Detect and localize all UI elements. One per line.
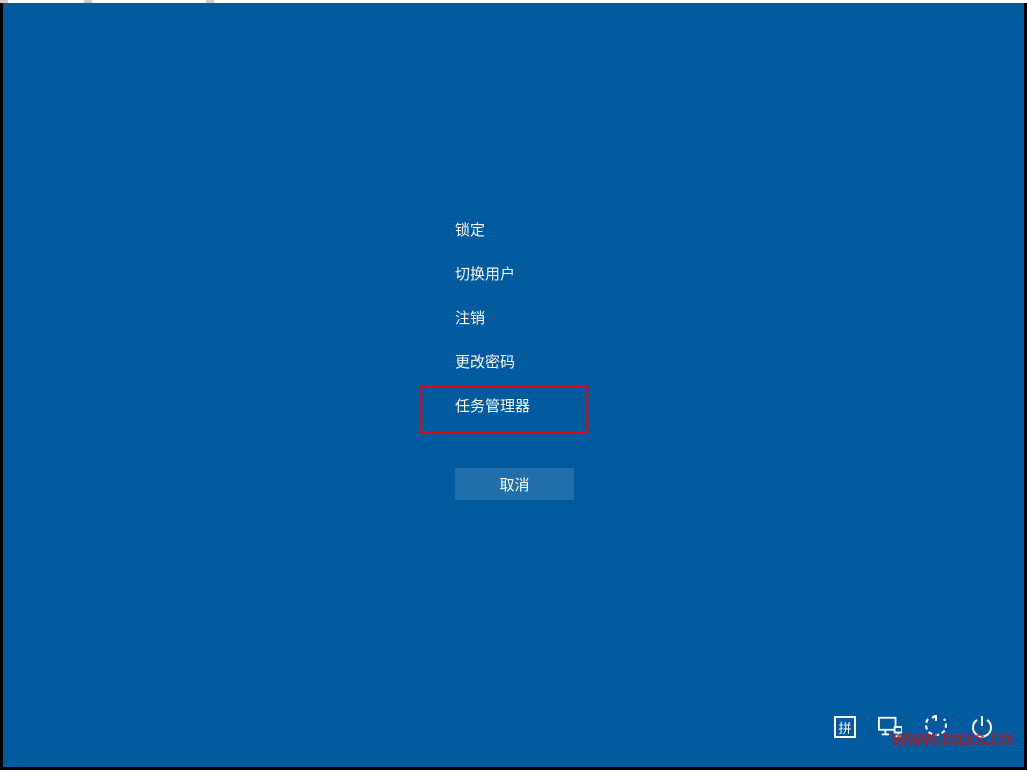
option-task-manager[interactable]: 任务管理器 bbox=[453, 397, 532, 441]
ime-indicator-icon[interactable]: 拼 bbox=[834, 716, 856, 738]
ease-of-access-icon[interactable] bbox=[924, 715, 948, 739]
option-lock[interactable]: 锁定 bbox=[453, 221, 532, 265]
power-icon[interactable] bbox=[970, 715, 994, 739]
option-switch-user[interactable]: 切换用户 bbox=[453, 265, 532, 309]
option-sign-out[interactable]: 注销 bbox=[453, 309, 532, 353]
network-icon[interactable] bbox=[878, 715, 902, 739]
security-options-list: 锁定 切换用户 注销 更改密码 任务管理器 bbox=[453, 221, 532, 441]
system-tray: 拼 bbox=[834, 715, 994, 739]
option-change-password[interactable]: 更改密码 bbox=[453, 353, 532, 397]
security-options-screen: 锁定 切换用户 注销 更改密码 任务管理器 取消 拼 bbox=[3, 3, 1024, 767]
cancel-button[interactable]: 取消 bbox=[455, 468, 574, 500]
